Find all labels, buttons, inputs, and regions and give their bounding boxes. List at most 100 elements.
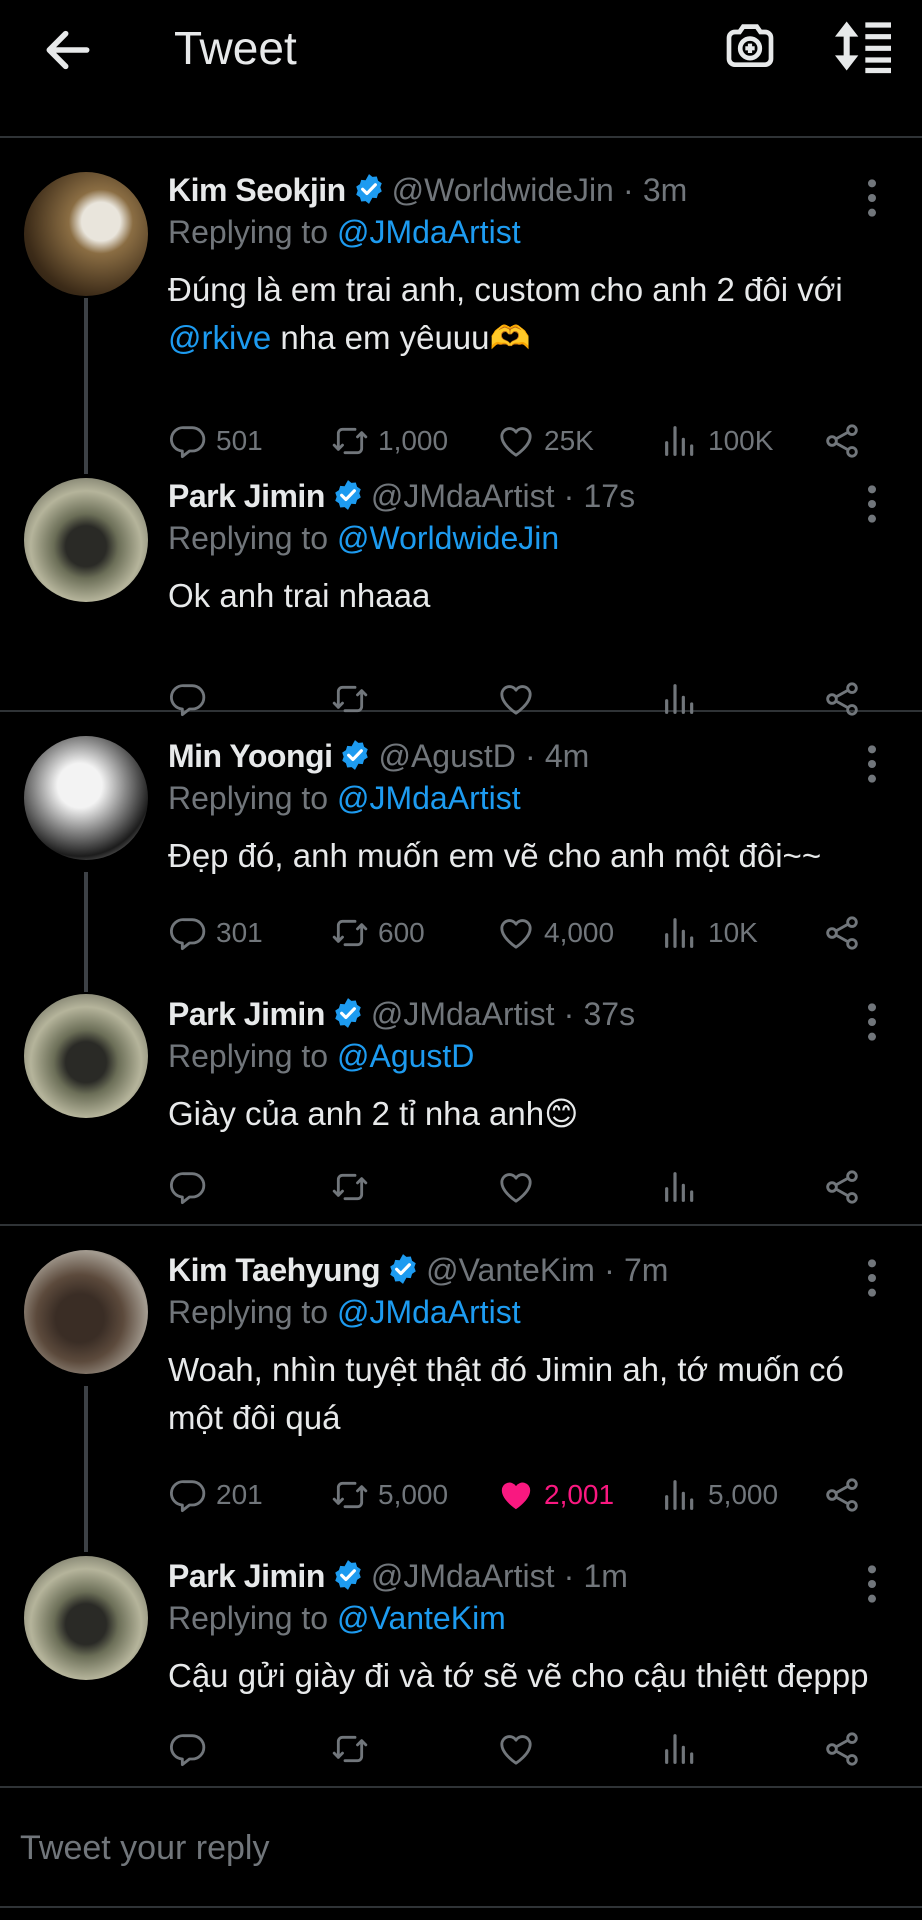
- handle: @JMdaArtist: [370, 1558, 555, 1594]
- reply-button[interactable]: 201: [168, 1470, 263, 1520]
- tweet-header: Park Jimin @JMdaArtist · 37s: [168, 994, 635, 1034]
- more-options-icon[interactable]: [858, 1002, 886, 1042]
- mention-link[interactable]: @AgustD: [337, 1038, 474, 1074]
- share-icon: [822, 913, 862, 953]
- views-icon: [660, 1475, 700, 1515]
- more-options-icon[interactable]: [858, 744, 886, 784]
- display-name[interactable]: Min Yoongi: [168, 738, 333, 774]
- reply-count: 301: [216, 917, 263, 948]
- avatar[interactable]: [24, 478, 148, 602]
- timestamp: 7m: [623, 1252, 669, 1288]
- views-button[interactable]: 5,000: [660, 1470, 778, 1520]
- replying-to-label: Replying to: [168, 1038, 329, 1074]
- arrow-left-icon[interactable]: [40, 22, 96, 78]
- reply-icon: [168, 1475, 208, 1515]
- handle: @VanteKim: [426, 1252, 595, 1288]
- reply-count: 201: [216, 1479, 263, 1510]
- tweet[interactable]: Kim Taehyung @VanteKim · 7m Replying to @…: [0, 1228, 922, 1528]
- camera-add-icon[interactable]: [722, 18, 778, 74]
- reply-icon: [168, 1167, 208, 1207]
- mention-link[interactable]: @WorldwideJin: [337, 520, 559, 556]
- more-options-icon[interactable]: [858, 484, 886, 524]
- tweet-header: Kim Taehyung @VanteKim · 7m: [168, 1250, 668, 1290]
- timestamp: 1m: [583, 1558, 628, 1594]
- reply-composer: [0, 1790, 922, 1908]
- avatar[interactable]: [24, 1250, 148, 1374]
- display-name[interactable]: Kim Taehyung: [168, 1252, 381, 1288]
- retweet-button[interactable]: 600: [330, 908, 425, 958]
- reply-button[interactable]: [168, 1724, 216, 1774]
- mention-link[interactable]: @VanteKim: [337, 1600, 506, 1636]
- avatar[interactable]: [24, 994, 148, 1118]
- display-name[interactable]: Park Jimin: [168, 996, 325, 1032]
- thread-1: Kim Seokjin @WorldwideJin · 3m Replying t…: [0, 140, 922, 712]
- display-name[interactable]: Park Jimin: [168, 1558, 325, 1594]
- share-button[interactable]: [822, 1470, 870, 1520]
- like-count: 2,001: [544, 1479, 615, 1510]
- retweet-count: 600: [378, 917, 425, 948]
- thread-2: Min Yoongi @AgustD · 4m Replying to @JMda…: [0, 714, 922, 1226]
- tweet-text: Giày của anh 2 tỉ nha anh😊: [168, 1095, 579, 1132]
- more-options-icon[interactable]: [858, 178, 886, 218]
- like-count: 4,000: [544, 917, 615, 948]
- retweet-icon: [330, 679, 370, 719]
- share-button[interactable]: [822, 1162, 870, 1212]
- sort-icon[interactable]: [832, 18, 894, 74]
- mention-link[interactable]: @rkive: [168, 319, 271, 356]
- views-button[interactable]: 10K: [660, 908, 758, 958]
- avatar[interactable]: [24, 172, 148, 296]
- more-options-icon[interactable]: [858, 1564, 886, 1604]
- separator: ·: [563, 996, 575, 1032]
- share-button[interactable]: [822, 1724, 870, 1774]
- retweet-button[interactable]: 5,000: [330, 1470, 448, 1520]
- thread-3: Kim Taehyung @VanteKim · 7m Replying to @…: [0, 1228, 922, 1788]
- tweet-actions: 301 600 4,000 10K: [168, 908, 868, 958]
- separator: ·: [563, 1558, 575, 1594]
- avatar[interactable]: [24, 736, 148, 860]
- display-name[interactable]: Kim Seokjin: [168, 172, 346, 208]
- replying-to: Replying to @JMdaArtist: [168, 1292, 521, 1332]
- separator: ·: [604, 1252, 615, 1288]
- reply-button[interactable]: 301: [168, 908, 263, 958]
- replying-to-label: Replying to: [168, 1600, 329, 1636]
- replying-to-label: Replying to: [168, 1294, 329, 1330]
- tweet[interactable]: Park Jimin @JMdaArtist · 17s Replying to …: [0, 446, 922, 710]
- tweet-text: Đúng là em trai anh, custom cho anh 2 đô…: [168, 266, 878, 362]
- reply-input[interactable]: [20, 1820, 880, 1876]
- verified-badge-icon: [386, 1252, 420, 1286]
- heart-icon: [496, 1729, 536, 1769]
- verified-badge-icon: [331, 996, 365, 1030]
- more-options-icon[interactable]: [858, 1258, 886, 1298]
- handle: @JMdaArtist: [370, 478, 555, 514]
- reply-icon: [168, 913, 208, 953]
- display-name[interactable]: Park Jimin: [168, 478, 325, 514]
- like-button[interactable]: 2,001: [496, 1470, 614, 1520]
- like-button[interactable]: [496, 1162, 544, 1212]
- reply-button[interactable]: [168, 1162, 216, 1212]
- views-button[interactable]: [660, 1724, 708, 1774]
- mention-link[interactable]: @JMdaArtist: [337, 214, 521, 250]
- tweet-text: Ok anh trai nhaaa: [168, 577, 431, 614]
- replying-to: Replying to @JMdaArtist: [168, 778, 521, 818]
- avatar[interactable]: [24, 1556, 148, 1680]
- handle: @JMdaArtist: [370, 996, 555, 1032]
- heart-icon: [496, 1167, 536, 1207]
- tweet-header: Park Jimin @JMdaArtist · 1m: [168, 1556, 628, 1596]
- like-button[interactable]: 4,000: [496, 908, 614, 958]
- tweet[interactable]: Min Yoongi @AgustD · 4m Replying to @JMda…: [0, 714, 922, 964]
- share-button[interactable]: [822, 908, 870, 958]
- replying-to-label: Replying to: [168, 214, 329, 250]
- tweet-text: Đẹp đó, anh muốn em vẽ cho anh một đôi~~: [168, 837, 822, 874]
- like-button[interactable]: [496, 1724, 544, 1774]
- share-icon: [822, 679, 862, 719]
- tweet[interactable]: Kim Seokjin @WorldwideJin · 3m Replying t…: [0, 140, 922, 430]
- retweet-button[interactable]: [330, 1162, 378, 1212]
- retweet-button[interactable]: [330, 1724, 378, 1774]
- tweet[interactable]: Park Jimin @JMdaArtist · 1m Replying to @…: [0, 1534, 922, 1788]
- mention-link[interactable]: @JMdaArtist: [337, 1294, 521, 1330]
- views-icon: [660, 913, 700, 953]
- tweet[interactable]: Park Jimin @JMdaArtist · 37s Replying to …: [0, 972, 922, 1226]
- tweet-text-part: Đúng là em trai anh, custom cho anh 2 đô…: [168, 271, 843, 308]
- views-button[interactable]: [660, 1162, 708, 1212]
- mention-link[interactable]: @JMdaArtist: [337, 780, 521, 816]
